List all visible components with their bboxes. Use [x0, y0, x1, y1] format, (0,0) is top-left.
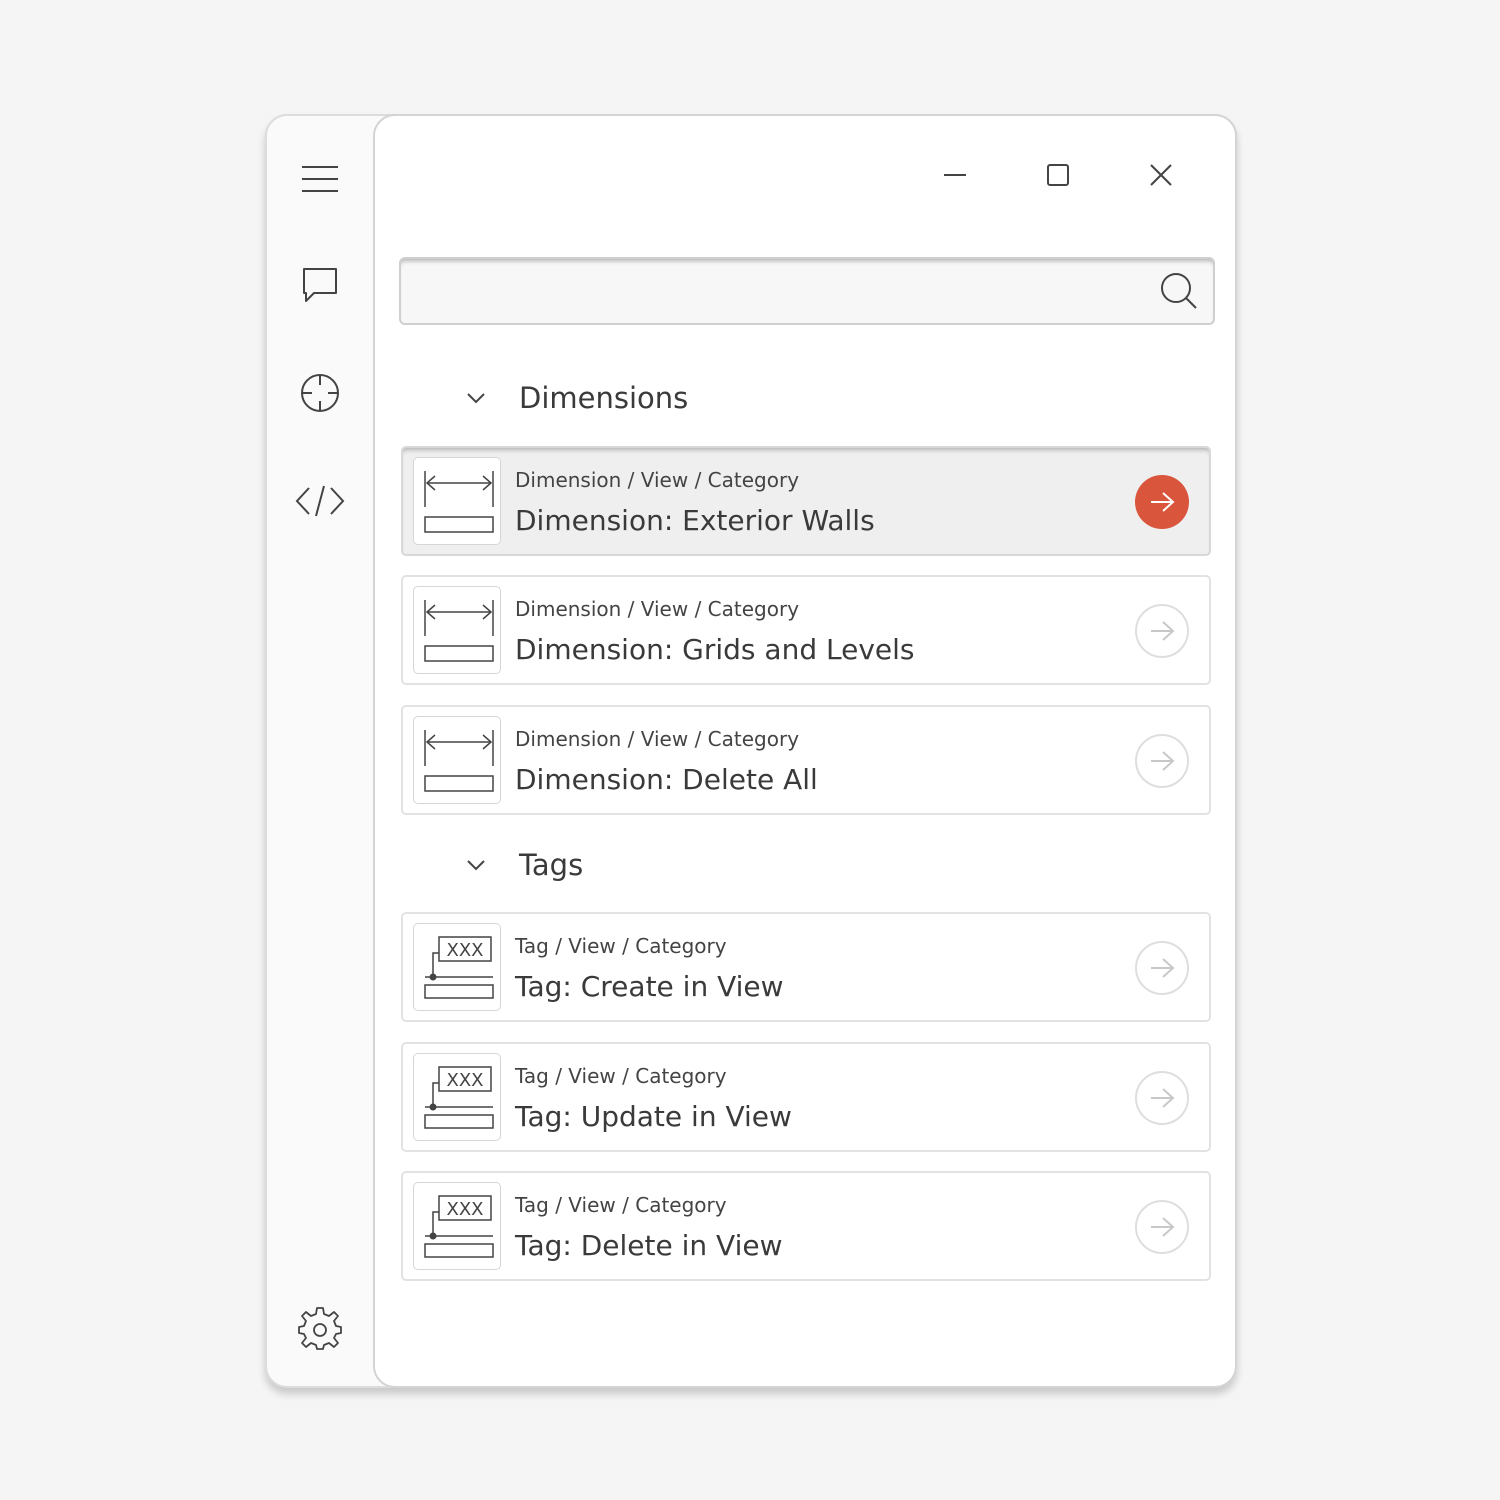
command-card[interactable]: XXX Tag / View / Category Tag: Delete in…	[401, 1171, 1211, 1281]
command-title: Dimension: Delete All	[515, 763, 818, 796]
dimension-icon	[413, 586, 501, 674]
chat-bubble-icon[interactable]	[293, 258, 347, 312]
sidebar	[267, 116, 373, 1386]
hamburger-menu-icon[interactable]	[293, 152, 347, 206]
maximize-button[interactable]	[1028, 150, 1088, 200]
close-button[interactable]	[1131, 150, 1191, 200]
dimension-icon	[413, 716, 501, 804]
command-card[interactable]: XXX Tag / View / Category Tag: Update in…	[401, 1042, 1211, 1152]
tag-icon-label: XXX	[447, 1199, 484, 1220]
chevron-down-icon	[463, 852, 489, 878]
command-category: Tag / View / Category	[515, 1064, 727, 1088]
arrow-right-icon	[1151, 621, 1175, 641]
command-card[interactable]: Dimension / View / Category Dimension: G…	[401, 575, 1211, 685]
command-card[interactable]: Dimension / View / Category Dimension: D…	[401, 705, 1211, 815]
run-button[interactable]	[1135, 475, 1189, 529]
run-button[interactable]	[1135, 604, 1189, 658]
search-bar	[399, 257, 1215, 325]
crosshair-target-icon[interactable]	[293, 366, 347, 420]
search-input[interactable]	[417, 269, 1141, 315]
dimension-icon	[413, 457, 501, 545]
run-button[interactable]	[1135, 1200, 1189, 1254]
command-card[interactable]: Dimension / View / Category Dimension: E…	[401, 446, 1211, 556]
content-panel: Dimensions Dimension / View / Category D…	[373, 114, 1237, 1388]
command-title: Tag: Create in View	[515, 970, 784, 1003]
command-category: Tag / View / Category	[515, 1193, 727, 1217]
command-category: Dimension / View / Category	[515, 727, 800, 751]
command-card[interactable]: XXX Tag / View / Category Tag: Create in…	[401, 912, 1211, 1022]
tag-icon: XXX	[413, 1053, 501, 1141]
group-title: Tags	[519, 848, 584, 882]
run-button[interactable]	[1135, 1071, 1189, 1125]
command-title: Tag: Delete in View	[515, 1229, 783, 1262]
group-title: Dimensions	[519, 381, 689, 415]
tag-icon-label: XXX	[447, 940, 484, 961]
command-category: Dimension / View / Category	[515, 468, 800, 492]
group-header-dimensions[interactable]: Dimensions	[463, 373, 688, 423]
run-button[interactable]	[1135, 941, 1189, 995]
minimize-icon	[944, 174, 966, 176]
run-button[interactable]	[1135, 734, 1189, 788]
tag-icon: XXX	[413, 1182, 501, 1270]
command-category: Tag / View / Category	[515, 934, 727, 958]
search-icon[interactable]	[1157, 269, 1201, 313]
tag-icon-label: XXX	[447, 1070, 484, 1091]
arrow-right-icon	[1151, 492, 1175, 512]
arrow-right-icon	[1151, 958, 1175, 978]
arrow-right-icon	[1151, 1217, 1175, 1237]
close-icon	[1150, 164, 1172, 186]
command-title: Dimension: Exterior Walls	[515, 504, 875, 537]
minimize-button[interactable]	[925, 150, 985, 200]
arrow-right-icon	[1151, 1088, 1175, 1108]
command-category: Dimension / View / Category	[515, 597, 800, 621]
tag-icon: XXX	[413, 923, 501, 1011]
gear-icon[interactable]	[293, 1302, 347, 1356]
group-header-tags[interactable]: Tags	[463, 840, 583, 890]
arrow-right-icon	[1151, 751, 1175, 771]
app-window: Dimensions Dimension / View / Category D…	[265, 114, 1237, 1388]
command-title: Tag: Update in View	[515, 1100, 792, 1133]
maximize-icon	[1047, 164, 1069, 186]
code-brackets-icon[interactable]	[293, 474, 347, 528]
chevron-down-icon	[463, 385, 489, 411]
command-title: Dimension: Grids and Levels	[515, 633, 915, 666]
